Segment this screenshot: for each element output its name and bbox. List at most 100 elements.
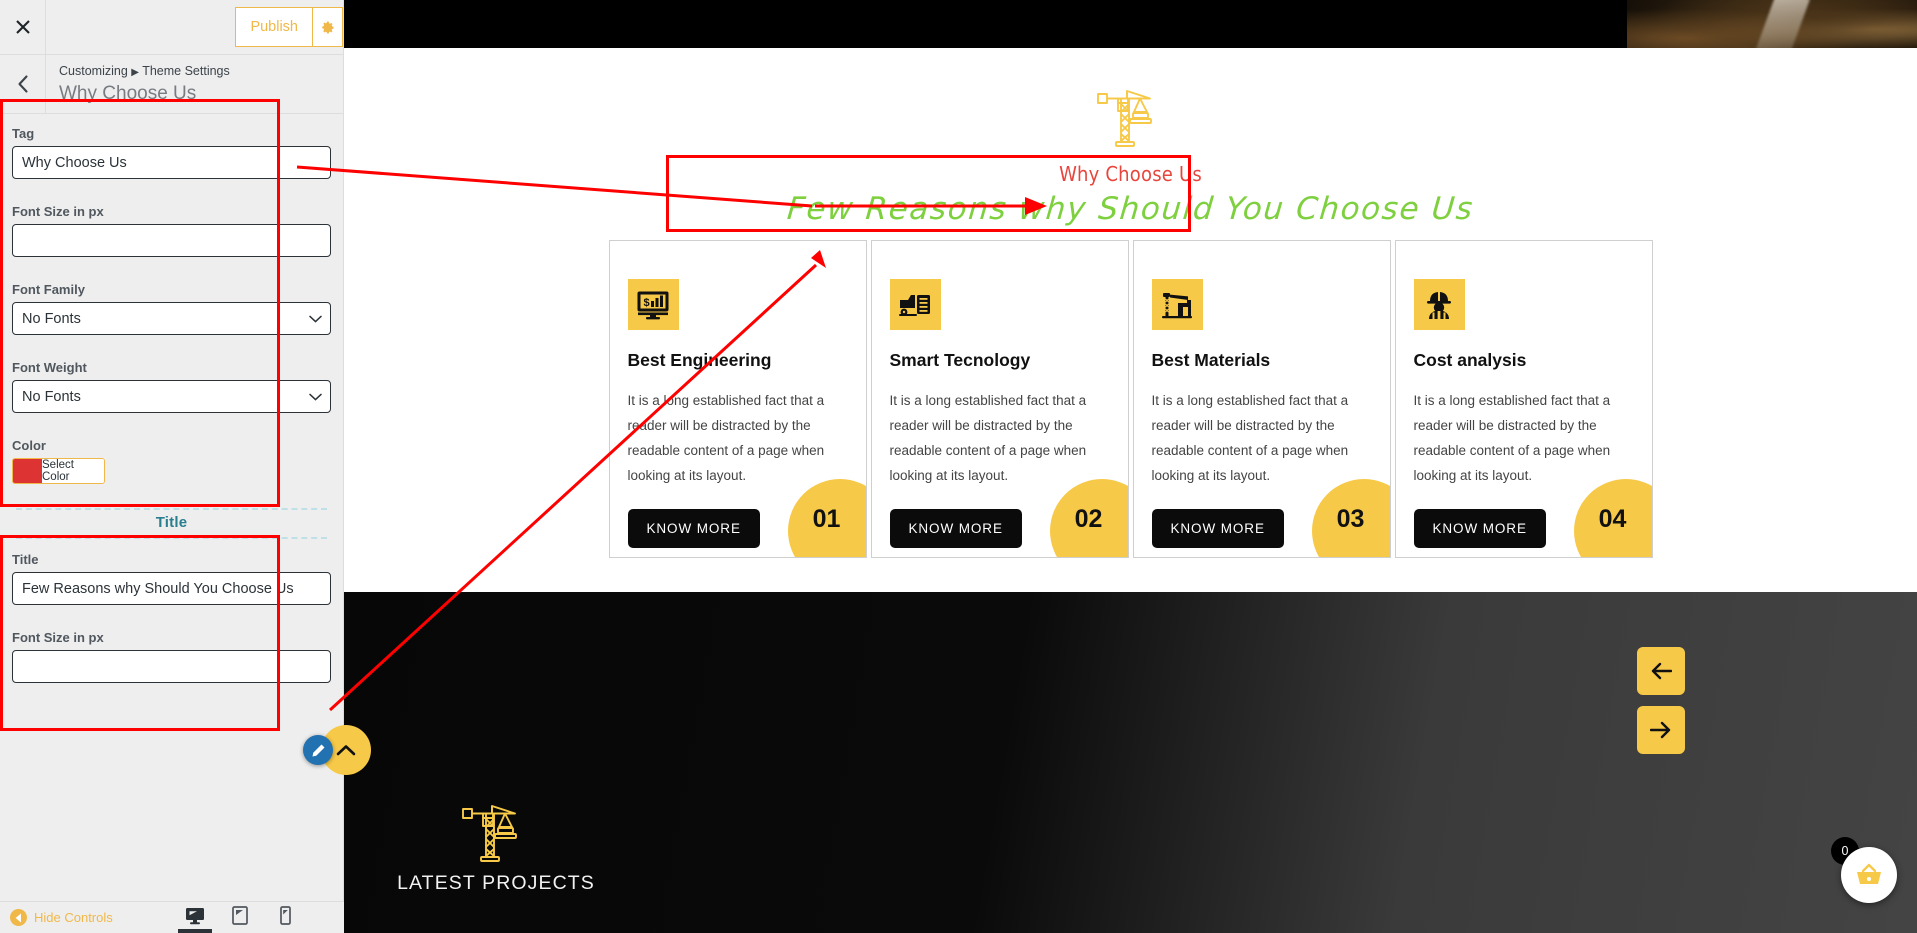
svg-text:$: $ [644,297,650,309]
know-more-button[interactable]: KNOW MORE [889,509,1022,548]
arrow-right-icon[interactable] [1637,706,1685,754]
customizer-sidebar: Publish Customizing ▶ Theme Settings Why… [0,0,344,933]
feature-card[interactable]: $ Best Engineering It is a long establis… [608,240,867,558]
customizer-panel-header: Customizing ▶ Theme Settings Why Choose … [0,55,343,114]
site-header-bar [344,0,1917,48]
site-preview: Why Choose Us Few Reasons why Should You… [344,0,1917,933]
tablet-icon[interactable] [223,902,257,933]
hide-controls-label: Hide Controls [34,910,113,925]
control-tag-color: Color Select Color [12,438,331,498]
customizer-titles: Customizing ▶ Theme Settings Why Choose … [46,55,230,113]
card-text: It is a long established fact that a rea… [889,393,1087,483]
tag-control-group: Tag Font Size in px Font Family No Fonts [0,126,343,498]
tag-font-size-input[interactable] [12,224,331,257]
chevron-down-icon [309,311,322,327]
chevron-left-icon[interactable] [0,55,46,113]
carousel-nav [1637,647,1685,754]
breadcrumb-prefix: Customizing [59,64,128,78]
feature-cards-row: $ Best Engineering It is a long establis… [344,231,1917,558]
screen-root: Publish Customizing ▶ Theme Settings Why… [0,0,1917,933]
tag-font-family-value: No Fonts [22,310,81,327]
tag-font-weight-label: Font Weight [12,360,87,375]
tag-label: Tag [12,126,35,141]
site-footer-band: LATEST PROJECTS 0 [344,592,1917,933]
card-title: Best Engineering [627,350,772,370]
card-number-badge: 01 [787,479,866,557]
card-title: Best Materials [1151,350,1271,370]
title-label: Title [12,552,39,567]
section-tag: Why Choose Us [1059,162,1202,186]
control-title: Title [12,552,331,619]
card-text: It is a long established fact that a rea… [1413,393,1611,483]
section-headings: Why Choose Us Few Reasons why Should You… [344,153,1917,231]
tag-font-weight-value: No Fonts [22,388,81,405]
card-number: 01 [812,504,841,533]
pencil-icon[interactable] [303,735,333,765]
control-tag: Tag [12,126,331,193]
title-input[interactable] [12,572,331,605]
latest-projects-label: LATEST PROJECTS [397,872,595,894]
header-hero-image [1627,0,1917,48]
tag-font-family-select[interactable]: No Fonts [12,302,331,335]
dump-truck-icon [889,279,941,330]
know-more-button[interactable]: KNOW MORE [1413,509,1546,548]
latest-projects-block: LATEST PROJECTS [396,801,596,895]
crane-icon [396,801,596,868]
control-tag-font-size: Font Size in px [12,204,331,271]
tag-font-size-label: Font Size in px [12,204,104,219]
color-picker[interactable]: Select Color [12,458,105,484]
customizer-topbar: Publish [0,0,343,55]
card-text: It is a long established fact that a rea… [627,393,825,483]
card-number-badge: 04 [1573,479,1652,557]
construction-site-icon [1151,279,1203,330]
select-color-button[interactable]: Select Color [42,459,104,483]
feature-card[interactable]: Smart Tecnology It is a long established… [870,240,1129,558]
feature-card[interactable]: Cost analysis It is a long established f… [1394,240,1653,558]
breadcrumb-separator-icon: ▶ [131,67,139,78]
customizer-controls: Tag Font Size in px Font Family No Fonts [0,115,343,901]
card-number-badge: 03 [1311,479,1390,557]
breadcrumb-section: Theme Settings [142,64,230,78]
title-font-size-input[interactable] [12,650,331,683]
hide-controls-button[interactable]: Hide Controls [0,909,113,926]
device-preview-buttons [178,902,302,933]
card-number: 02 [1074,504,1103,533]
color-swatch [13,459,42,483]
know-more-button[interactable]: KNOW MORE [627,509,760,548]
monitor-chart-icon: $ [627,279,679,330]
desktop-icon[interactable] [178,902,212,933]
gear-icon[interactable] [313,7,343,47]
title-section-divider: Title [12,498,331,541]
mobile-icon[interactable] [268,902,302,933]
control-tag-font-weight: Font Weight No Fonts [12,360,331,427]
worker-helmet-icon [1413,279,1465,330]
breadcrumb: Customizing ▶ Theme Settings [59,63,230,81]
card-title: Smart Tecnology [889,350,1031,370]
control-tag-font-family: Font Family No Fonts [12,282,331,349]
why-choose-us-section: Why Choose Us Few Reasons why Should You… [344,48,1917,558]
chevron-down-icon [309,389,322,405]
control-title-font-size: Font Size in px [12,630,331,697]
publish-button[interactable]: Publish [235,7,313,47]
card-number-badge: 02 [1049,479,1128,557]
card-number: 03 [1336,504,1365,533]
crane-icon [344,86,1917,153]
panel-title: Why Choose Us [59,83,197,104]
tag-font-weight-select[interactable]: No Fonts [12,380,331,413]
tag-color-label: Color [12,438,46,453]
customizer-actions: Publish [235,0,343,54]
card-title: Cost analysis [1413,350,1527,370]
tag-input[interactable] [12,146,331,179]
card-text: It is a long established fact that a rea… [1151,393,1349,483]
know-more-button[interactable]: KNOW MORE [1151,509,1284,548]
card-number: 04 [1598,504,1627,533]
caret-left-icon [10,909,27,926]
feature-card[interactable]: Best Materials It is a long established … [1132,240,1391,558]
customizer-footer: Hide Controls [0,901,344,933]
shopping-basket-icon[interactable] [1841,847,1897,903]
arrow-left-icon[interactable] [1637,647,1685,695]
title-font-size-label: Font Size in px [12,630,104,645]
title-control-group: Title Title Font Size in px [0,498,343,697]
close-icon[interactable] [0,0,46,54]
